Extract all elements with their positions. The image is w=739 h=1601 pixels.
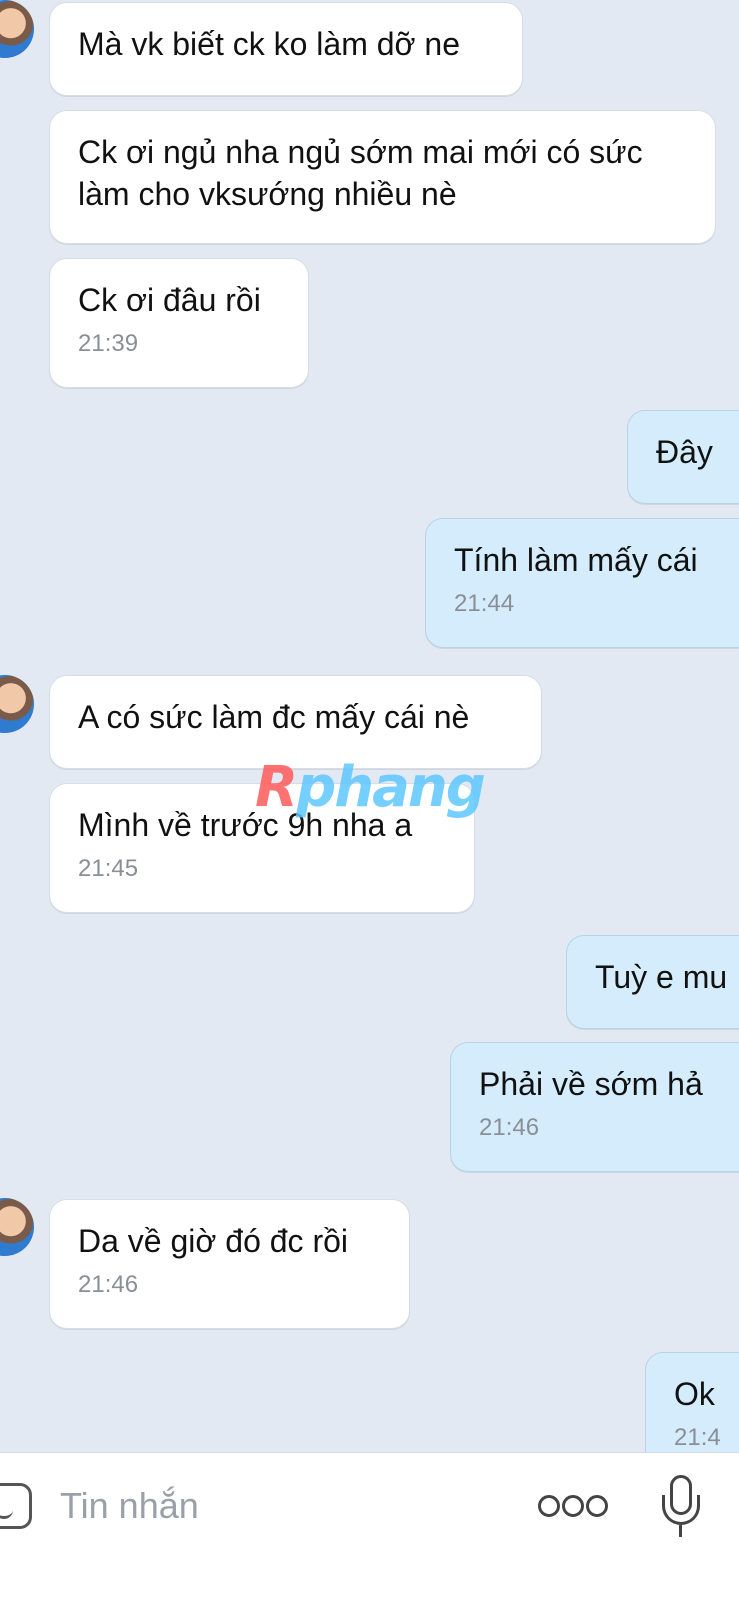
message-input[interactable]: Tin nhắn (60, 1481, 199, 1531)
message-text: Da về giờ đó đc rồi (78, 1223, 348, 1259)
watermark-logo: Rphang (255, 755, 486, 820)
message-time: 21:46 (78, 1271, 139, 1298)
message-time: 21:45 (78, 855, 139, 882)
message-text: Ck ơi đâu rồi (78, 282, 261, 318)
chat-area[interactable]: Mà vk biết ck ko làm dỡ ne Ck ơi ngủ nha… (0, 0, 739, 1452)
watermark-text: phang (296, 755, 486, 820)
message-bubble-incoming[interactable]: Ck ơi đâu rồi 21:39 (49, 258, 309, 388)
message-bubble-outgoing[interactable]: Đây (627, 410, 739, 504)
watermark-letter: R (255, 755, 298, 820)
contact-avatar[interactable] (0, 1198, 34, 1256)
dot-icon (538, 1495, 560, 1517)
message-time: 21:4 (674, 1424, 721, 1451)
contact-avatar[interactable] (0, 675, 34, 733)
dot-icon (562, 1495, 584, 1517)
message-bubble-outgoing[interactable]: Tính làm mấy cái 21:44 (425, 518, 739, 648)
contact-avatar[interactable] (0, 0, 34, 58)
message-text: Ck ơi ngủ nha ngủ sớm mai mới có sức làm… (78, 134, 643, 212)
message-text: Mà vk biết ck ko làm dỡ ne (78, 26, 461, 62)
message-text: Tuỳ e mu (595, 959, 728, 995)
mic-arc (662, 1495, 700, 1525)
message-time: 21:39 (78, 330, 139, 357)
dot-icon (586, 1495, 608, 1517)
message-bubble-outgoing[interactable]: Ok 21:4 (645, 1352, 739, 1452)
emoji-icon[interactable] (0, 1483, 32, 1529)
message-time: 21:44 (454, 590, 515, 617)
microphone-icon[interactable] (662, 1475, 700, 1537)
message-text: Tính làm mấy cái (454, 542, 698, 578)
message-time: 21:46 (479, 1114, 540, 1141)
message-bubble-incoming[interactable]: Mà vk biết ck ko làm dỡ ne (49, 2, 523, 96)
message-bubble-outgoing[interactable]: Phải về sớm hả 21:46 (450, 1042, 739, 1172)
message-composer: Tin nhắn (0, 1452, 739, 1601)
more-options-icon[interactable] (538, 1495, 608, 1519)
message-text: Phải về sớm hả (479, 1066, 703, 1102)
message-text: Đây (656, 434, 713, 470)
message-text: A có sức làm đc mấy cái nè (78, 699, 470, 735)
mic-stem (679, 1525, 682, 1537)
message-text: Ok (674, 1376, 715, 1412)
message-bubble-incoming[interactable]: Da về giờ đó đc rồi 21:46 (49, 1199, 410, 1329)
message-bubble-outgoing[interactable]: Tuỳ e mu (566, 935, 739, 1029)
message-bubble-incoming[interactable]: Ck ơi ngủ nha ngủ sớm mai mới có sức làm… (49, 110, 716, 244)
